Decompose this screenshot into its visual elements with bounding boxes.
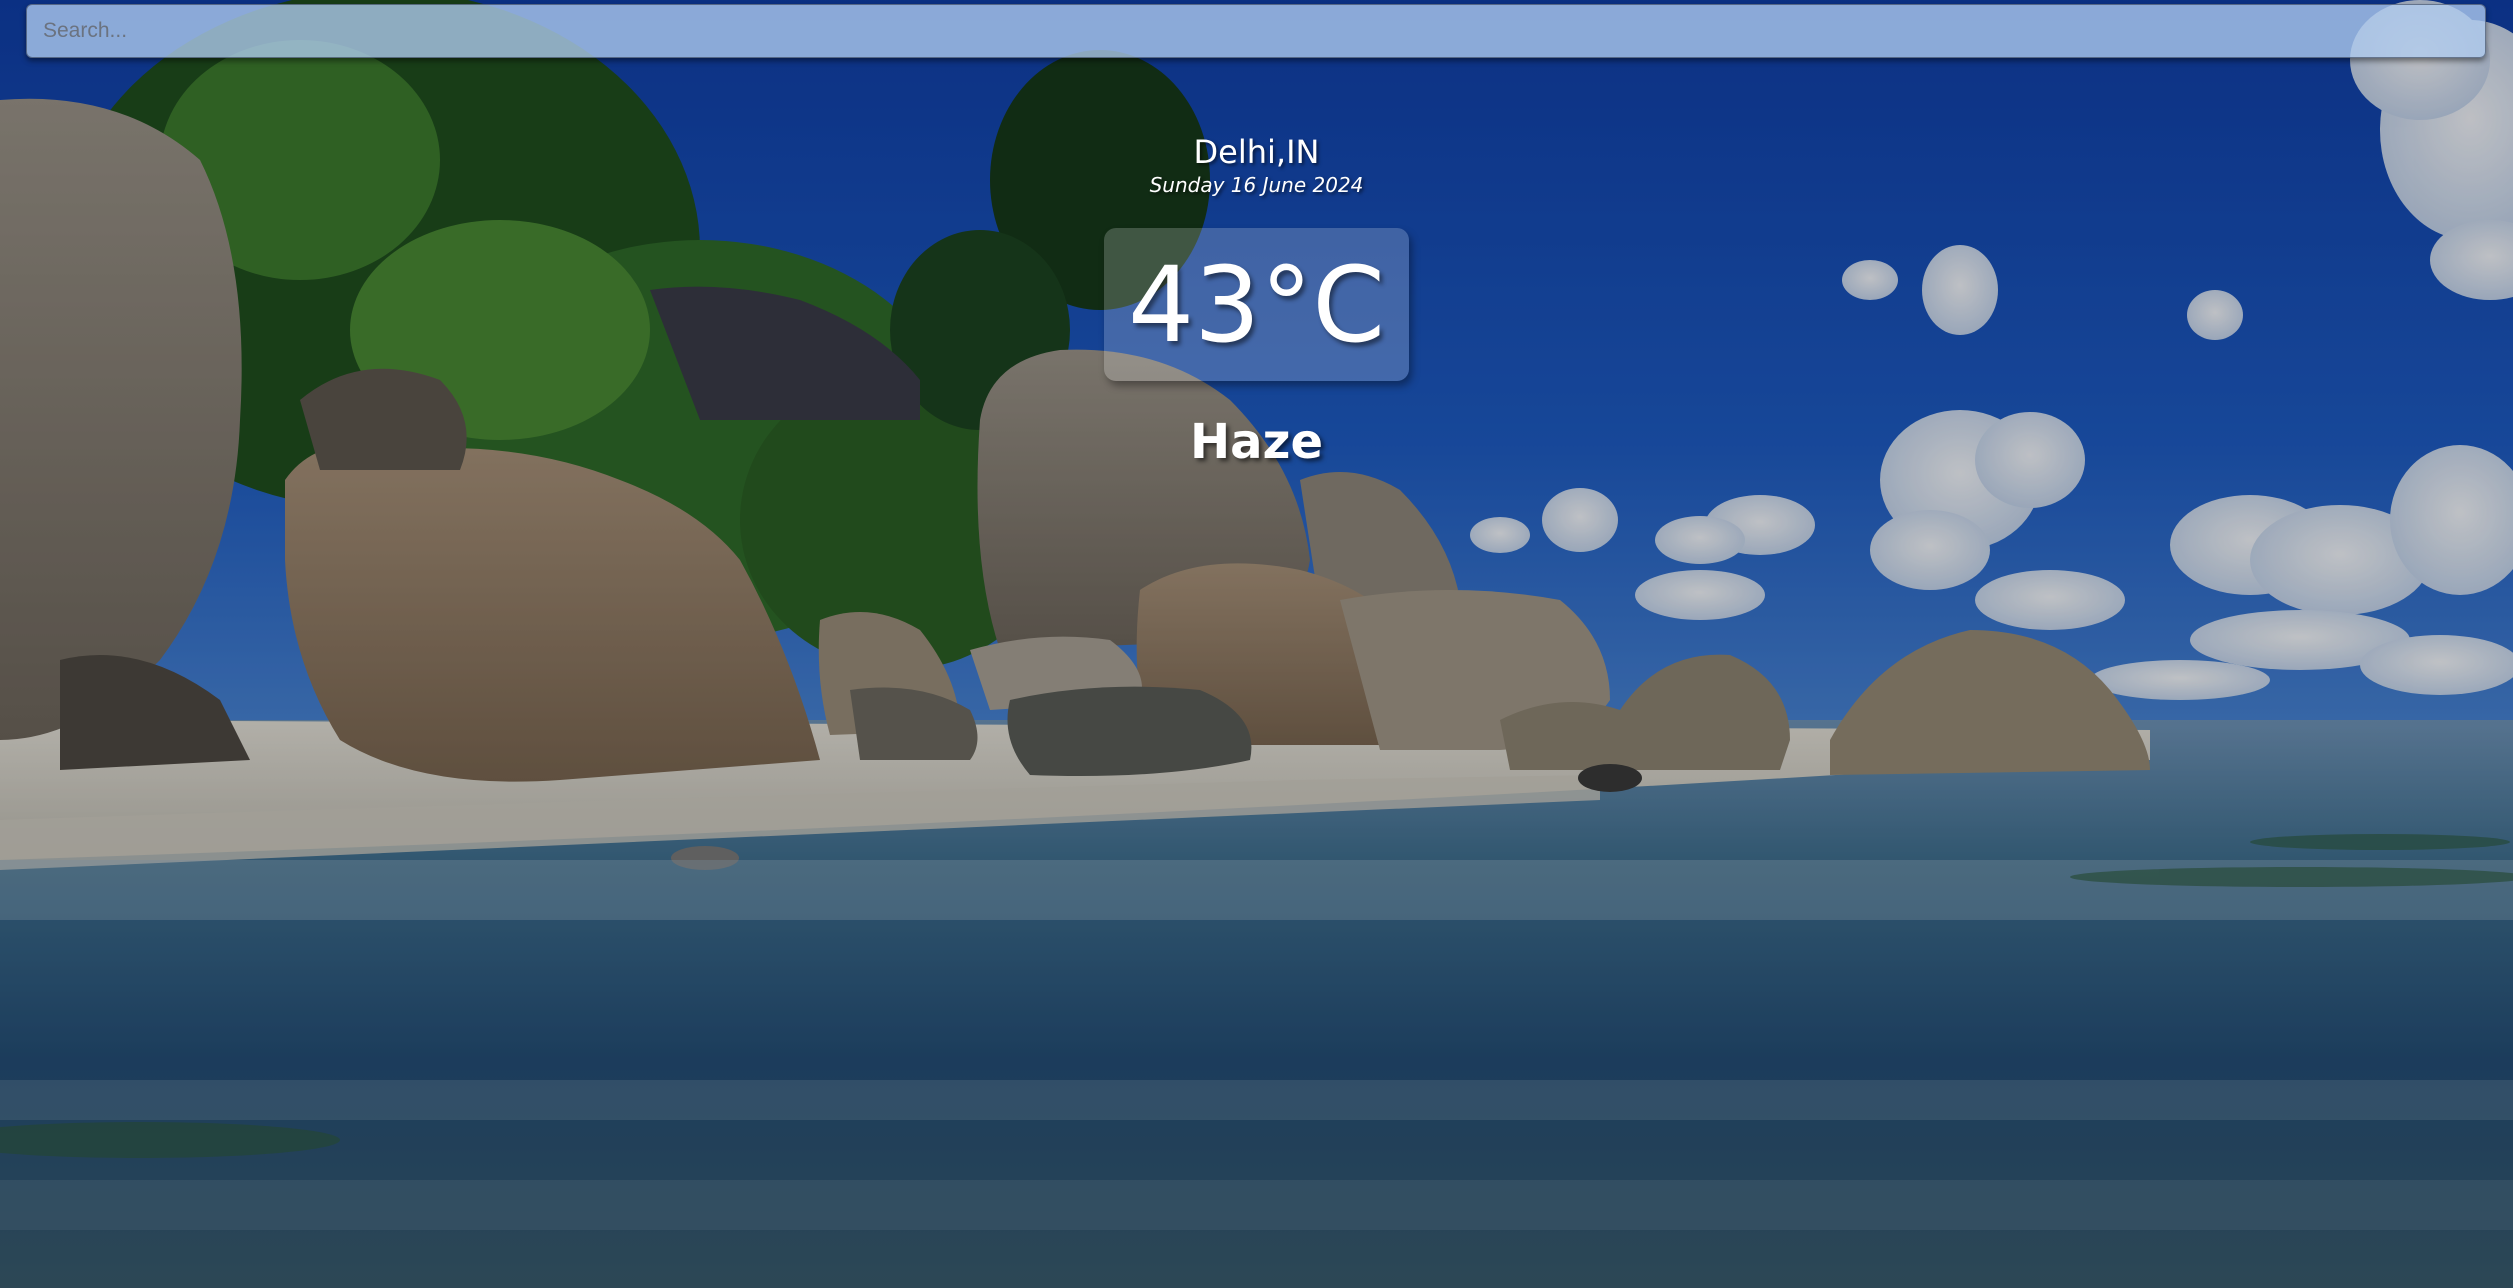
temperature-card: 43°C (1104, 228, 1409, 381)
city-name: Delhi,IN (1193, 133, 1320, 171)
weather-condition: Haze (1189, 414, 1324, 470)
current-date: Sunday 16 June 2024 (1149, 173, 1364, 197)
search-bar (26, 4, 2486, 58)
temperature-value: 43°C (1128, 243, 1385, 366)
weather-app: Delhi,IN Sunday 16 June 2024 43°C Haze (0, 0, 2513, 1288)
search-input[interactable] (26, 4, 2486, 58)
